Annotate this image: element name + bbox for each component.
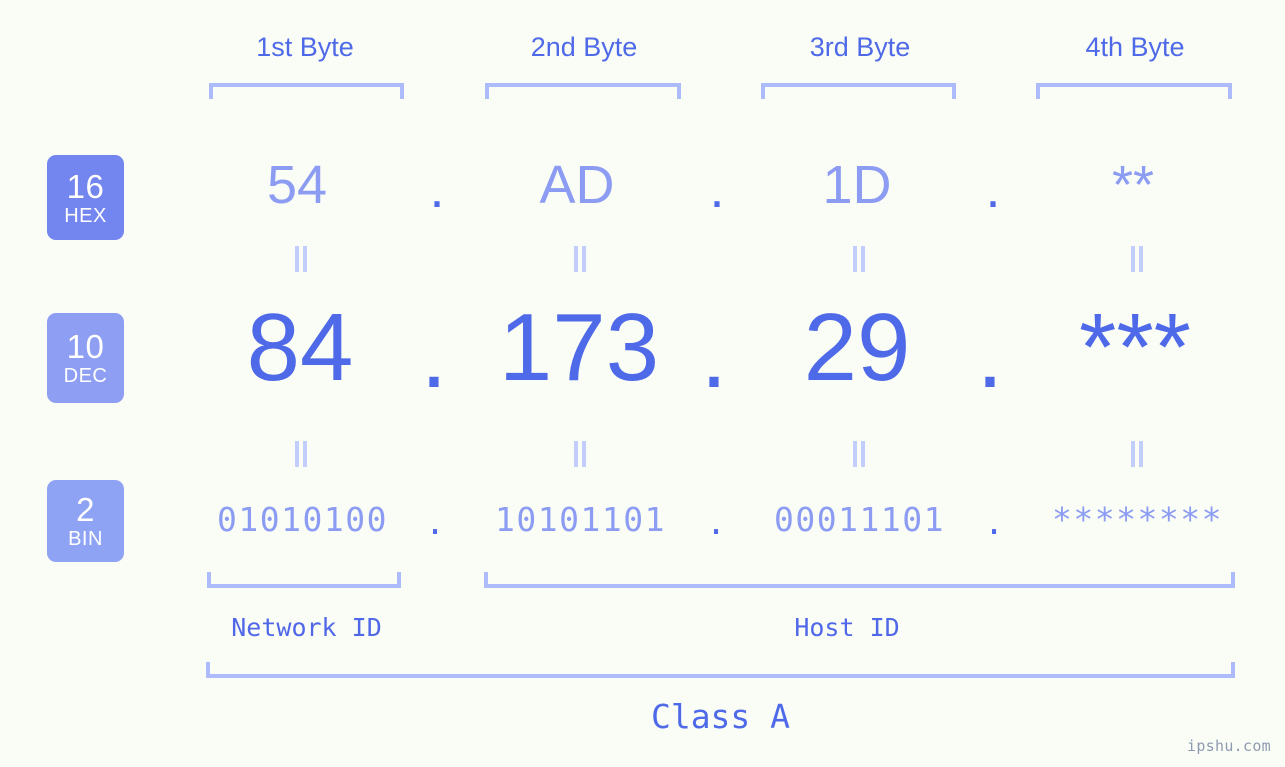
equals-separator-dec-bin-4	[1127, 441, 1147, 467]
base-badge-hex-number: 16	[66, 167, 105, 205]
byte-bracket-top-1	[209, 83, 404, 99]
dec-byte-2: 173	[498, 294, 660, 401]
equals-separator-hex-dec-1	[291, 246, 311, 272]
base-badge-hex-name: HEX	[64, 204, 107, 227]
hex-byte-1: 54	[266, 155, 328, 215]
hex-byte-2: AD	[539, 155, 615, 215]
hex-byte-3: 1D	[822, 155, 892, 215]
base-badge-hex: 16 HEX	[47, 155, 124, 240]
byte-bracket-top-2	[485, 83, 681, 99]
equals-separator-dec-bin-3	[849, 441, 869, 467]
bin-separator-1: .	[425, 503, 445, 542]
equals-separator-dec-bin-1	[291, 441, 311, 467]
host-id-bracket	[484, 572, 1235, 588]
base-badge-dec-number: 10	[66, 328, 105, 365]
base-badge-bin: 2 BIN	[47, 480, 124, 562]
byte-bracket-top-4	[1036, 83, 1232, 99]
bin-byte-1: 01010100	[217, 500, 388, 539]
bin-byte-3: 00011101	[774, 500, 945, 539]
hex-separator-1: .	[429, 159, 445, 219]
base-badge-bin-name: BIN	[68, 528, 103, 550]
dec-byte-4: ***	[1078, 294, 1192, 401]
bin-byte-4: ********	[1052, 500, 1223, 539]
byte-header-2: 2nd Byte	[530, 32, 638, 62]
dec-separator-3: .	[976, 301, 1004, 408]
ip-address-breakdown-diagram: 1st Byte 2nd Byte 3rd Byte 4th Byte 16 H…	[0, 0, 1285, 767]
host-id-label: Host ID	[794, 613, 900, 642]
dec-separator-2: .	[700, 301, 728, 408]
equals-separator-hex-dec-2	[570, 246, 590, 272]
equals-separator-dec-bin-2	[570, 441, 590, 467]
dec-byte-3: 29	[803, 294, 911, 401]
base-badge-dec-name: DEC	[63, 365, 108, 387]
hex-separator-2: .	[709, 159, 725, 219]
base-badge-dec: 10 DEC	[47, 313, 124, 403]
dec-separator-1: .	[420, 301, 448, 408]
bin-separator-3: .	[984, 503, 1004, 542]
byte-bracket-top-3	[761, 83, 956, 99]
class-bracket	[206, 662, 1235, 678]
site-watermark: ipshu.com	[1187, 737, 1271, 755]
equals-separator-hex-dec-3	[849, 246, 869, 272]
network-id-bracket	[207, 572, 401, 588]
base-badge-bin-number: 2	[76, 491, 95, 528]
hex-separator-3: .	[985, 159, 1001, 219]
byte-header-1: 1st Byte	[256, 32, 354, 62]
equals-separator-hex-dec-4	[1127, 246, 1147, 272]
byte-header-4: 4th Byte	[1085, 32, 1185, 62]
dec-byte-1: 84	[246, 294, 354, 401]
hex-byte-4: **	[1111, 155, 1155, 215]
network-id-label: Network ID	[231, 613, 382, 642]
bin-byte-2: 10101101	[495, 500, 666, 539]
class-label: Class A	[650, 697, 791, 736]
byte-header-3: 3rd Byte	[809, 32, 911, 62]
bin-separator-2: .	[706, 503, 726, 542]
